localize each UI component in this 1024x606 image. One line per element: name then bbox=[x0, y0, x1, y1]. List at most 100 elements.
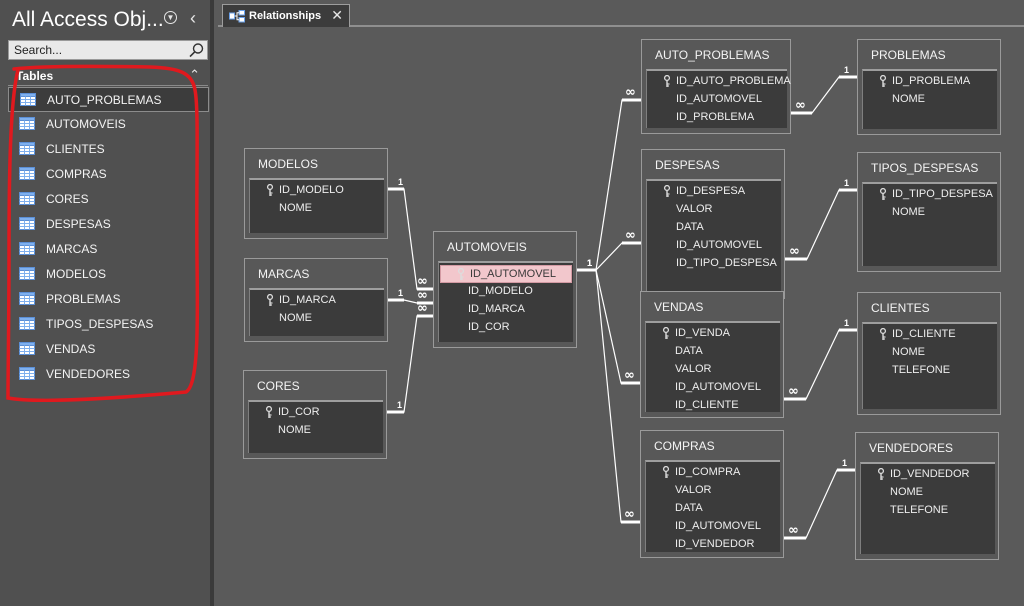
field-row[interactable]: VALOR bbox=[646, 361, 780, 379]
chevron-up-icon[interactable]: ⌃ bbox=[189, 67, 200, 83]
field-row[interactable]: VALOR bbox=[646, 482, 780, 500]
relationship-automoveis-auto_problemas[interactable]: 1∞ bbox=[577, 85, 641, 272]
table-box-despesas[interactable]: DESPESAS ID_DESPESA VALOR DATA ID_AUTOMOVEL I… bbox=[641, 149, 785, 299]
tab-relationships[interactable]: Relationships ✕ bbox=[222, 4, 350, 27]
relationship-modelos-automoveis[interactable]: 1∞ bbox=[388, 177, 433, 291]
field-row[interactable]: ID_AUTOMOVEL bbox=[647, 91, 787, 109]
relationship-marcas-automoveis[interactable]: 1 ∞ bbox=[388, 288, 433, 305]
nav-item-vendas[interactable]: VENDAS bbox=[8, 337, 209, 362]
table-box-problemas[interactable]: PROBLEMAS ID_PROBLEMA NOME bbox=[857, 39, 1001, 135]
field-row[interactable]: ID_VENDEDOR bbox=[861, 466, 995, 484]
nav-item-vendedores[interactable]: VENDEDORES bbox=[8, 362, 209, 387]
nav-item-clientes[interactable]: CLIENTES bbox=[8, 137, 209, 162]
cardinality-many-label: ∞ bbox=[625, 85, 636, 100]
table-box-auto-problemas[interactable]: AUTO_PROBLEMAS ID_AUTO_PROBLEMA ID_AUTOMOV… bbox=[641, 39, 791, 134]
field-row[interactable]: ID_AUTO_PROBLEMA bbox=[647, 73, 791, 91]
search-icon[interactable] bbox=[188, 42, 205, 59]
field-row[interactable]: ID_MARCA bbox=[439, 301, 573, 319]
field-row[interactable]: ID_AUTOMOVEL bbox=[646, 379, 780, 397]
field-row[interactable]: DATA bbox=[646, 343, 780, 361]
field-row[interactable]: NOME bbox=[861, 484, 995, 502]
table-title: COMPRAS bbox=[654, 439, 715, 453]
field-row[interactable]: ID_CLIENTE bbox=[646, 397, 780, 415]
table-box-marcas[interactable]: MARCAS ID_MARCA NOME bbox=[244, 258, 388, 342]
field-row[interactable]: NOME bbox=[250, 200, 384, 218]
table-icon bbox=[19, 217, 35, 230]
table-box-vendas[interactable]: VENDAS ID_VENDA DATA VALOR ID_AUTOMOVEL ID_CL… bbox=[640, 291, 784, 418]
field-row[interactable]: NOME bbox=[863, 204, 997, 222]
relationship-automoveis-vendas[interactable]: 1∞ bbox=[577, 258, 640, 385]
field-row[interactable]: ID_AUTOMOVEL bbox=[440, 265, 572, 283]
table-icon bbox=[19, 367, 35, 380]
field-row[interactable]: ID_COR bbox=[439, 319, 573, 337]
primary-key-icon bbox=[266, 184, 274, 196]
table-box-vendedores[interactable]: VENDEDORES ID_VENDEDOR NOME TELEFONE bbox=[855, 432, 999, 560]
table-title: DESPESAS bbox=[655, 158, 720, 172]
nav-item-automoveis[interactable]: AUTOMOVEIS bbox=[8, 112, 209, 137]
field-row[interactable]: NOME bbox=[863, 344, 997, 362]
field-name: ID_AUTOMOVEL bbox=[676, 93, 762, 105]
relationship-vendedores-compras[interactable]: 1∞ bbox=[784, 458, 855, 540]
field-row[interactable]: NOME bbox=[250, 310, 384, 328]
table-box-clientes[interactable]: CLIENTES ID_CLIENTE NOME TELEFONE bbox=[857, 292, 1001, 415]
field-row[interactable]: TELEFONE bbox=[861, 502, 995, 520]
table-box-automoveis[interactable]: AUTOMOVEIS ID_AUTOMOVEL ID_MODELO ID_MARCA I… bbox=[433, 231, 577, 348]
field-row[interactable]: VALOR bbox=[647, 201, 781, 219]
field-row[interactable]: ID_AUTOMOVEL bbox=[647, 237, 781, 255]
field-row[interactable]: ID_MODELO bbox=[439, 283, 573, 301]
nav-pane-title[interactable]: All Access Obj... bbox=[12, 8, 164, 32]
table-box-cores[interactable]: CORES ID_COR NOME bbox=[243, 370, 387, 459]
field-row[interactable]: ID_MARCA bbox=[250, 292, 384, 310]
nav-item-label: AUTOMOVEIS bbox=[46, 117, 126, 131]
field-row[interactable]: ID_COMPRA bbox=[646, 464, 780, 482]
field-name: ID_AUTOMOVEL bbox=[675, 520, 761, 532]
tables-group-header[interactable]: Tables ⌃ bbox=[8, 66, 208, 86]
field-name: ID_MODELO bbox=[279, 184, 344, 196]
field-row[interactable]: ID_VENDEDOR bbox=[646, 536, 780, 554]
close-icon[interactable]: ✕ bbox=[331, 7, 343, 24]
table-title: VENDAS bbox=[654, 300, 704, 314]
search-input[interactable] bbox=[9, 41, 189, 59]
nav-item-despesas[interactable]: DESPESAS bbox=[8, 212, 209, 237]
field-row[interactable]: ID_COR bbox=[249, 404, 383, 422]
field-row[interactable]: ID_VENDA bbox=[646, 325, 780, 343]
relationships-canvas[interactable]: 1 ∞ 1 ∞ 1 ∞ 1 ∞ 1 ∞ 1 ∞ 1 ∞ 1 ∞ 1 ∞ 1 ∞ 1 ∞ MODELOS ID_MODELO N… bbox=[218, 27, 1024, 606]
relationship-automoveis-despesas[interactable]: 1∞ bbox=[577, 228, 641, 272]
dropdown-circle-icon[interactable]: ▼ bbox=[164, 11, 177, 24]
field-row[interactable]: ID_DESPESA bbox=[647, 183, 781, 201]
relationship-tipos_despesas-despesas[interactable]: 1∞ bbox=[785, 178, 857, 261]
cardinality-many-label: ∞ bbox=[624, 368, 635, 383]
field-row[interactable]: ID_CLIENTE bbox=[863, 326, 997, 344]
field-row[interactable]: DATA bbox=[646, 500, 780, 518]
table-box-modelos[interactable]: MODELOS ID_MODELO NOME bbox=[244, 148, 388, 239]
table-box-compras[interactable]: COMPRAS ID_COMPRA VALOR DATA ID_AUTOMOVEL ID_… bbox=[640, 430, 784, 558]
field-row[interactable]: ID_MODELO bbox=[250, 182, 384, 200]
nav-item-tipos-despesas[interactable]: TIPOS_DESPESAS bbox=[8, 312, 209, 337]
field-row[interactable]: DATA bbox=[647, 219, 781, 237]
field-name: TELEFONE bbox=[892, 364, 951, 376]
chevron-left-icon[interactable]: ‹ bbox=[190, 8, 196, 29]
table-box-tipos-despesas[interactable]: TIPOS_DESPESAS ID_TIPO_DESPESA NOME bbox=[857, 152, 1001, 272]
nav-item-modelos[interactable]: MODELOS bbox=[8, 262, 209, 287]
nav-item-cores[interactable]: CORES bbox=[8, 187, 209, 212]
nav-item-auto-problemas[interactable]: AUTO_PROBLEMAS bbox=[8, 87, 209, 112]
nav-item-compras[interactable]: COMPRAS bbox=[8, 162, 209, 187]
primary-key-icon bbox=[663, 75, 671, 87]
field-row[interactable]: ID_AUTOMOVEL bbox=[646, 518, 780, 536]
relationship-automoveis-compras[interactable]: 1∞ bbox=[577, 258, 640, 524]
relationship-clientes-vendas[interactable]: 1∞ bbox=[784, 318, 857, 401]
field-row[interactable]: TELEFONE bbox=[863, 362, 997, 380]
field-row[interactable]: NOME bbox=[863, 91, 997, 109]
field-row[interactable]: ID_PROBLEMA bbox=[647, 109, 787, 127]
field-row[interactable]: ID_TIPO_DESPESA bbox=[647, 255, 781, 273]
field-row[interactable]: ID_TIPO_DESPESA bbox=[863, 186, 997, 204]
field-row[interactable]: ID_PROBLEMA bbox=[863, 73, 997, 91]
relationship-cores-automoveis[interactable]: 1∞ bbox=[387, 301, 433, 414]
field-name: NOME bbox=[278, 424, 311, 436]
table-title: AUTO_PROBLEMAS bbox=[655, 48, 770, 62]
field-row[interactable]: NOME bbox=[249, 422, 383, 440]
nav-item-label: CORES bbox=[46, 192, 89, 206]
nav-item-problemas[interactable]: PROBLEMAS bbox=[8, 287, 209, 312]
relationship-problemas-auto_problemas[interactable]: 1∞ bbox=[791, 65, 857, 115]
nav-item-marcas[interactable]: MARCAS bbox=[8, 237, 209, 262]
